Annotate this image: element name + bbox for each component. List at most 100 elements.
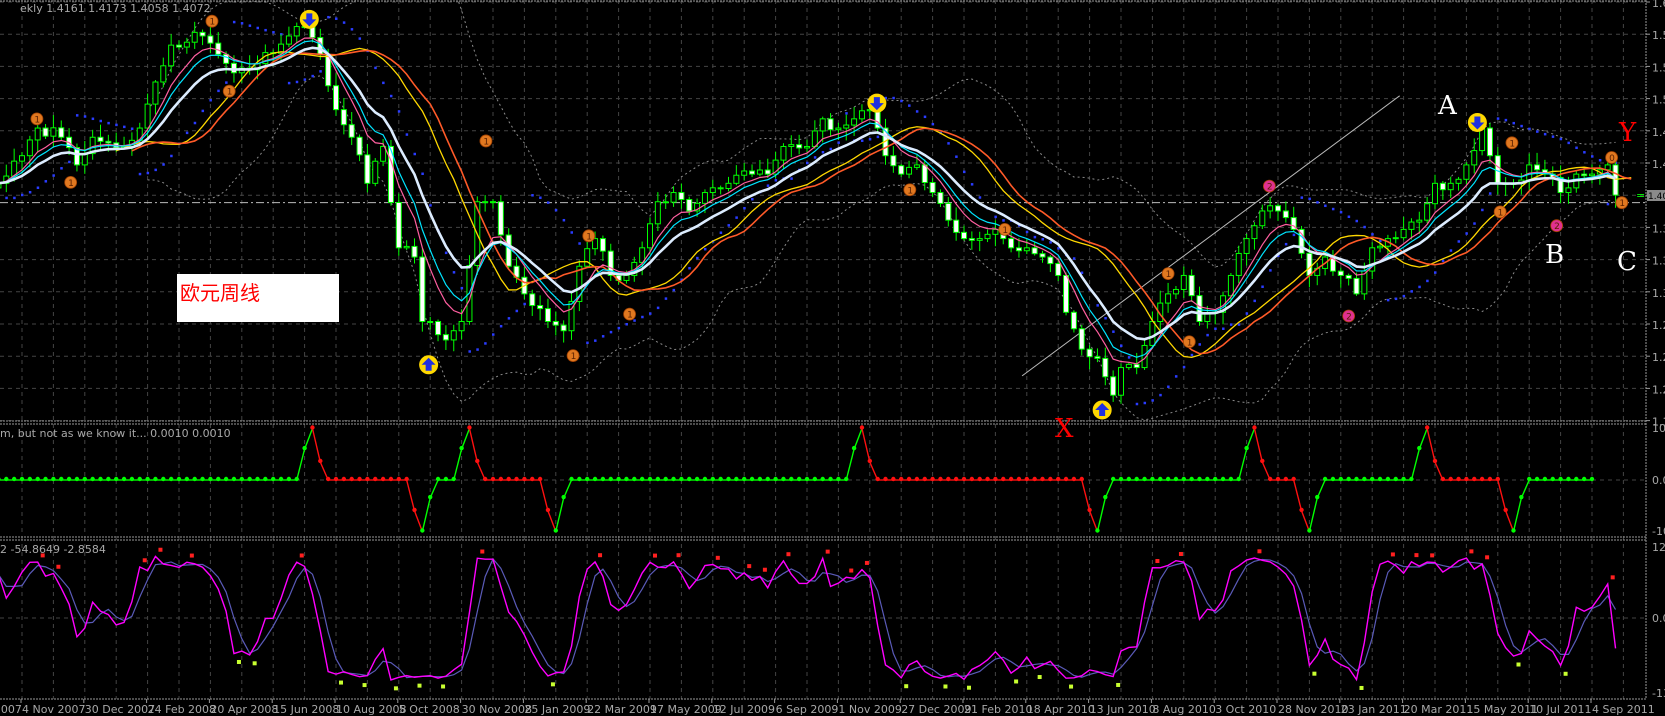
sar-dot <box>303 78 307 81</box>
orange-marker-icon-label: 1 <box>34 115 40 125</box>
sar-dot <box>1465 232 1468 235</box>
step-dot <box>961 476 967 482</box>
sar-dot <box>1520 124 1523 128</box>
sar-dot <box>727 224 730 227</box>
sar-dot <box>295 80 299 84</box>
step-dot <box>1118 476 1124 482</box>
step-dot <box>1087 507 1092 513</box>
sar-dot <box>915 110 919 113</box>
step-dot <box>545 507 551 513</box>
candle <box>1306 252 1313 276</box>
candle <box>1039 253 1046 258</box>
sar-dot <box>52 174 55 177</box>
step-line-segment <box>1081 479 1091 512</box>
sar-dot <box>170 154 173 158</box>
step-line-segment <box>845 448 855 481</box>
trading-chart[interactable]: 1 1 1 1 1 1 1 1 1 1 1 1 1 1 0 1 2 2 2 1.62 1.59 1.55 1.52 1.48… <box>0 0 1665 716</box>
step-dot <box>812 476 818 482</box>
sar-dot <box>1331 207 1335 211</box>
price-tick-label: 1.2 <box>1652 383 1665 396</box>
sar-dot <box>1591 155 1594 158</box>
step-dot <box>482 476 488 482</box>
step-dot <box>1252 425 1257 430</box>
sar-dot <box>860 139 864 142</box>
sar-dot <box>468 350 471 353</box>
candle <box>58 127 65 138</box>
candle <box>709 187 716 194</box>
label-a: A <box>1437 91 1458 121</box>
sar-dot <box>908 104 911 107</box>
step-dot <box>428 494 433 500</box>
date-tick-label: 15 May 2011 <box>1466 703 1538 716</box>
step-dot <box>98 476 103 482</box>
candle <box>1086 348 1093 358</box>
step-dot <box>255 476 260 482</box>
candle <box>788 144 795 147</box>
step-dot <box>396 476 401 482</box>
candle <box>26 139 33 157</box>
candle <box>858 110 865 120</box>
trendline[interactable] <box>1021 95 1400 377</box>
candle <box>764 169 771 175</box>
step-dot <box>404 476 409 482</box>
sar-dot <box>1371 233 1374 236</box>
candle <box>537 305 544 310</box>
step-dot <box>310 425 315 430</box>
step-dot <box>592 476 598 482</box>
parabolic-sar <box>5 15 1618 406</box>
step-line-segment <box>453 448 463 481</box>
step-dot <box>1566 476 1571 482</box>
step-dot <box>1448 476 1453 482</box>
step-dot <box>1126 476 1132 482</box>
candle <box>1353 277 1360 295</box>
candle <box>505 234 512 267</box>
sar-dot <box>578 242 581 245</box>
step-line-segment <box>1253 428 1263 463</box>
sar-dot <box>743 206 746 210</box>
sar-dot <box>1394 297 1398 301</box>
sar-dot <box>625 323 628 326</box>
orange-marker-icon-label: 0 <box>1609 154 1615 164</box>
sar-dot <box>452 271 456 274</box>
date-tick-label: 1 Nov 2009 <box>838 703 901 716</box>
step-dot <box>757 476 763 482</box>
step-dot <box>702 476 708 482</box>
step-dot <box>176 476 182 482</box>
date-tick-label: 20 Apr 2008 <box>210 703 278 716</box>
sar-dot <box>193 121 197 125</box>
step-line-segment <box>1426 428 1436 463</box>
step-dot <box>899 476 904 482</box>
candle <box>1259 210 1266 227</box>
candle <box>623 274 630 281</box>
sar-dot <box>1308 197 1311 201</box>
step-line-segment <box>539 479 549 512</box>
sar-dot <box>1496 117 1500 120</box>
candle <box>482 201 489 204</box>
step-dot <box>506 476 511 482</box>
oscillator-peak-dot <box>158 547 163 552</box>
step-line-segment <box>405 479 416 512</box>
step-dot <box>106 476 111 482</box>
oscillator-peak-dot <box>653 553 657 558</box>
candle <box>906 166 913 175</box>
sar-dot <box>21 193 24 197</box>
candle <box>1118 367 1124 396</box>
step-dot <box>475 458 480 464</box>
candle <box>1047 256 1054 265</box>
candle <box>293 26 300 37</box>
date-tick-label: 30 Nov 2008 <box>462 703 532 716</box>
step-dot <box>1307 528 1312 533</box>
sar-dot <box>507 317 511 320</box>
oscillator-trough-dot <box>1014 679 1019 684</box>
step-dot <box>1197 476 1202 482</box>
candle <box>1133 363 1140 369</box>
orange-marker-icon-label: 1 <box>1166 270 1172 280</box>
step-dot <box>59 476 64 482</box>
sar-dot <box>1410 290 1413 293</box>
sar-dot <box>83 115 87 118</box>
date-tick-label: 21 Feb 2010 <box>964 703 1032 716</box>
sar-dot <box>829 147 833 151</box>
step-line-segment <box>421 497 431 532</box>
sar-dot <box>1127 356 1131 359</box>
sar-dot <box>484 342 487 345</box>
